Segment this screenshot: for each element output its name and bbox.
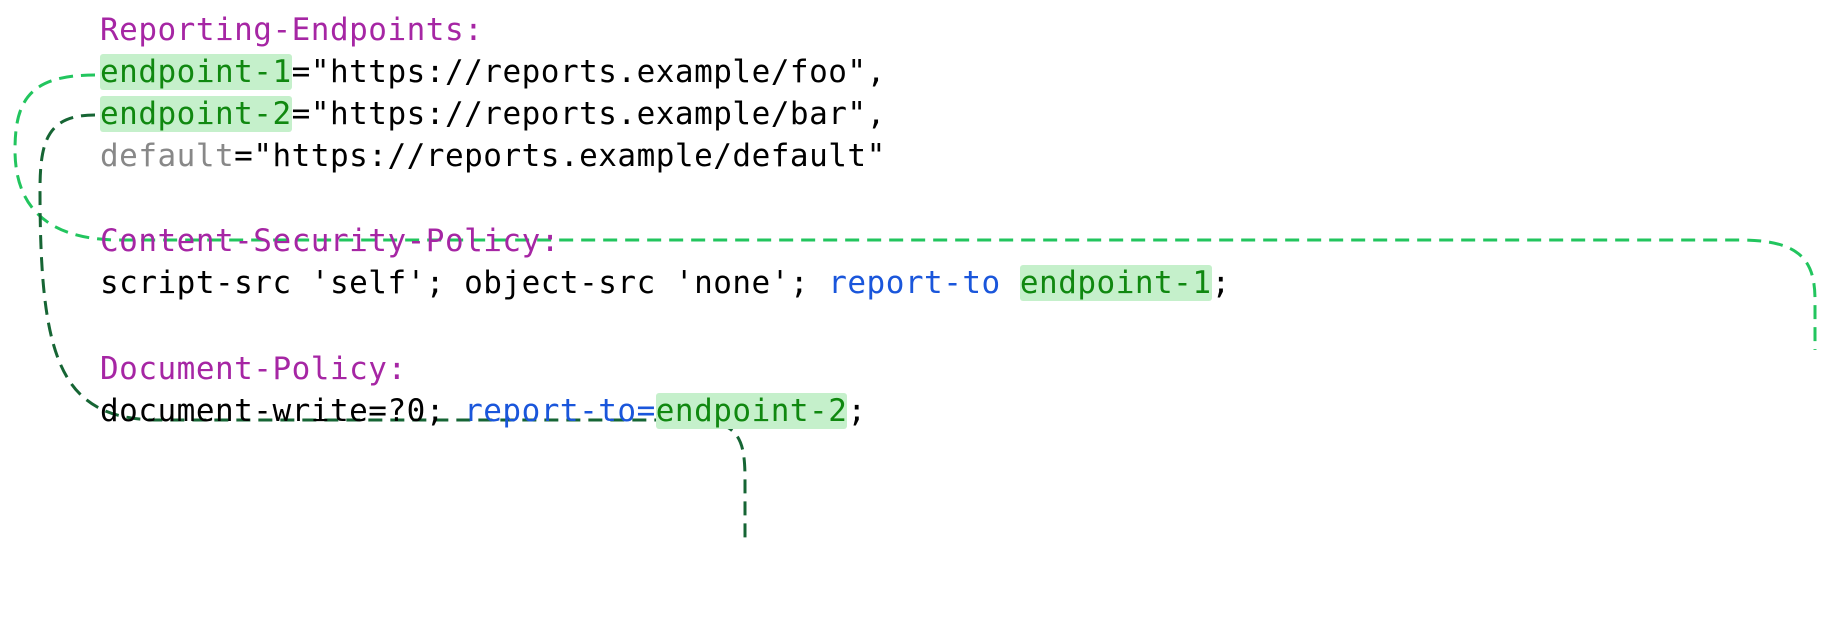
dp-line: document-write=?0; report-to=endpoint-2; [100,391,1231,433]
csp-prefix: script-src 'self'; object-src 'none'; [100,265,828,301]
csp-block: Content-Security-Policy: script-src 'sel… [100,221,1231,305]
endpoint-1-value: "https://reports.example/foo" [311,54,867,90]
dp-report-to: report-to= [464,393,656,429]
endpoint-1-key: endpoint-1 [100,54,292,90]
endpoint-line-1: endpoint-1="https://reports.example/foo"… [100,52,1231,94]
csp-suffix: ; [1212,265,1231,301]
dp-endpoint-ref: endpoint-2 [656,393,848,429]
endpoint-line-default: default="https://reports.example/default… [100,136,1231,178]
endpoint-1-sep: , [867,54,886,90]
default-eq: = [234,138,253,174]
default-key: default [100,138,234,174]
endpoint-1-eq: = [292,54,311,90]
csp-header: Content-Security-Policy: [100,223,560,259]
csp-report-to: report-to [828,265,1000,301]
csp-endpoint-ref: endpoint-1 [1020,265,1212,301]
default-value: "https://reports.example/default" [253,138,885,174]
dp-prefix: document-write=?0; [100,393,464,429]
endpoint-2-value: "https://reports.example/bar" [311,96,867,132]
csp-sep [1001,265,1020,301]
code-container: Reporting-Endpoints: endpoint-1="https:/… [100,10,1231,433]
reporting-endpoints-header: Reporting-Endpoints: [100,12,483,48]
dp-header: Document-Policy: [100,351,407,387]
endpoint-2-key: endpoint-2 [100,96,292,132]
reporting-endpoints-block: Reporting-Endpoints: endpoint-1="https:/… [100,10,1231,177]
endpoint-2-sep: , [867,96,886,132]
dp-suffix: ; [847,393,866,429]
endpoint-2-eq: = [292,96,311,132]
document-policy-block: Document-Policy: document-write=?0; repo… [100,349,1231,433]
endpoint-line-2: endpoint-2="https://reports.example/bar"… [100,94,1231,136]
csp-line: script-src 'self'; object-src 'none'; re… [100,263,1231,305]
